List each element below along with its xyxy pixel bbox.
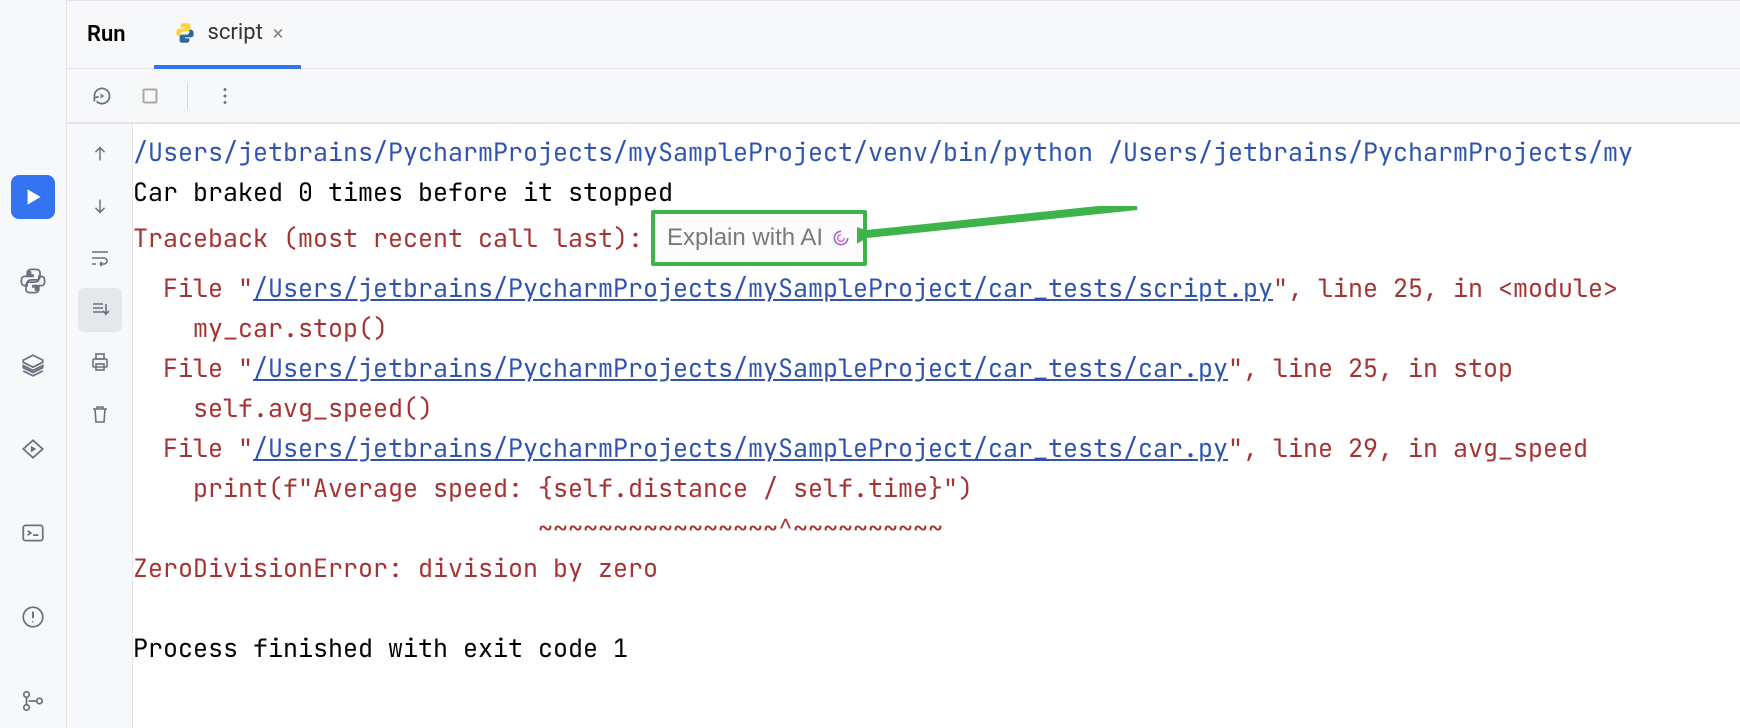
scroll-to-end-button[interactable]: [78, 288, 122, 332]
python-file-icon: [172, 20, 198, 46]
error-marker: ~~~~~~~~~~~~~~~~^~~~~~~~~~~: [133, 511, 943, 545]
scroll-down-button[interactable]: [78, 184, 122, 228]
vcs-button[interactable]: [11, 679, 55, 723]
stop-button[interactable]: [133, 79, 167, 113]
file-suffix: ", line 25, in <module>: [1273, 271, 1618, 305]
file-link[interactable]: /Users/jetbrains/PycharmProjects/mySampl…: [253, 351, 1228, 385]
code-line: self.avg_speed(): [133, 391, 433, 425]
exit-line: Process finished with exit code 1: [133, 631, 628, 665]
file-prefix: File ": [133, 431, 253, 465]
soft-wrap-button[interactable]: [78, 236, 122, 280]
tab-script[interactable]: script ×: [154, 1, 302, 69]
python-console-button[interactable]: [11, 259, 55, 303]
print-button[interactable]: [78, 340, 122, 384]
toolbar-divider: [187, 83, 188, 109]
traceback-header: Traceback (most recent call last):: [133, 221, 643, 255]
tab-label: script: [208, 20, 263, 45]
command-line: /Users/jetbrains/PycharmProjects/mySampl…: [133, 135, 1633, 169]
file-suffix: ", line 29, in avg_speed: [1228, 431, 1588, 465]
console-side-toolbar: [67, 124, 133, 728]
rerun-button[interactable]: [85, 79, 119, 113]
code-line: my_car.stop(): [133, 311, 388, 345]
scroll-up-button[interactable]: [78, 132, 122, 176]
file-link[interactable]: /Users/jetbrains/PycharmProjects/mySampl…: [253, 271, 1273, 305]
services-button[interactable]: [11, 343, 55, 387]
file-prefix: File ": [133, 351, 253, 385]
problems-button[interactable]: [11, 595, 55, 639]
clear-button[interactable]: [78, 392, 122, 436]
left-tool-rail: [0, 0, 66, 728]
ai-icon: [831, 228, 851, 248]
console-output[interactable]: /Users/jetbrains/PycharmProjects/mySampl…: [133, 124, 1740, 728]
run-tool-button[interactable]: [11, 175, 55, 219]
file-link[interactable]: /Users/jetbrains/PycharmProjects/mySampl…: [253, 431, 1228, 465]
ai-inlay-label: Explain with AI: [667, 218, 823, 258]
error-line: ZeroDivisionError: division by zero: [133, 551, 658, 585]
debug-button[interactable]: [11, 427, 55, 471]
more-button[interactable]: [208, 79, 242, 113]
run-tabbar: Run script ×: [67, 1, 1740, 69]
file-prefix: File ": [133, 271, 253, 305]
terminal-button[interactable]: [11, 511, 55, 555]
panel-title: Run: [87, 22, 126, 47]
output-line: Car braked 0 times before it stopped: [133, 175, 673, 209]
explain-with-ai-button[interactable]: Explain with AI: [651, 210, 867, 266]
code-line: print(f"Average speed: {self.distance / …: [133, 471, 973, 505]
close-icon[interactable]: ×: [273, 21, 284, 45]
file-suffix: ", line 25, in stop: [1228, 351, 1513, 385]
